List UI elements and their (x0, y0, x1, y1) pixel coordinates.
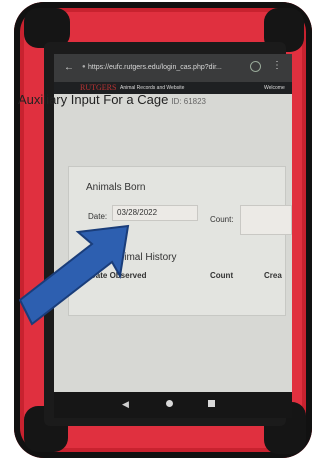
pointer-arrow (18, 224, 130, 326)
arrow-icon (18, 224, 130, 326)
